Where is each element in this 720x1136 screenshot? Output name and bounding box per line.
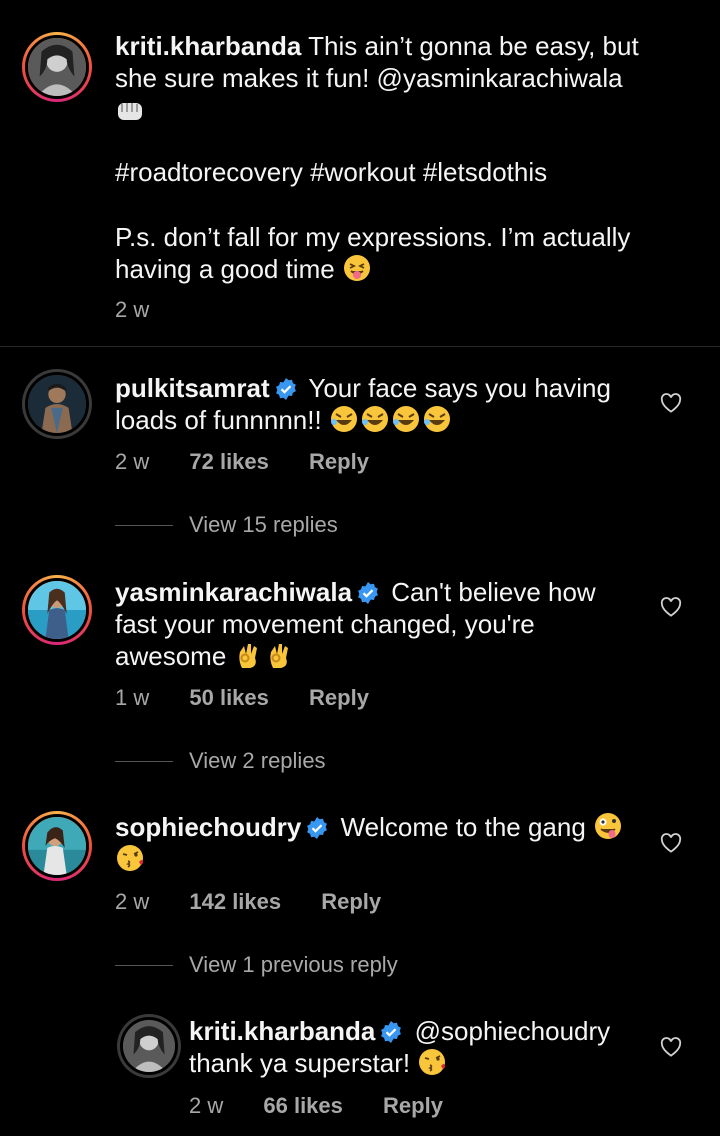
tongue-out-emoji-icon <box>342 253 372 283</box>
like-heart-icon[interactable] <box>660 597 682 617</box>
comment-body-line-1: Can't believe how <box>391 577 596 607</box>
comment-likes[interactable]: 50 likes <box>189 685 269 710</box>
comment-likes[interactable]: 142 likes <box>189 889 281 914</box>
comment-avatar[interactable] <box>22 369 92 439</box>
caption-text: kriti.kharbanda This ain’t gonna be easy… <box>115 30 675 126</box>
comment-meta: 2 w 142 likes Reply <box>115 889 415 915</box>
reply-button[interactable]: Reply <box>383 1093 443 1118</box>
comment-text: yasminkarachiwala Can't believe how fast… <box>115 576 655 672</box>
comments-screen: kriti.kharbanda This ain’t gonna be easy… <box>0 0 720 1136</box>
comment-time: 1 w <box>115 685 150 710</box>
view-replies-label: View 1 previous reply <box>189 952 398 977</box>
reply-meta: 2 w 66 likes Reply <box>189 1093 477 1119</box>
comment-avatar[interactable] <box>22 575 92 645</box>
comment-text: sophiechoudry Welcome to the gang <box>115 811 655 875</box>
comment-time: 2 w <box>115 889 150 914</box>
comment-username[interactable]: yasminkarachiwala <box>115 577 352 607</box>
caption-divider <box>0 346 720 347</box>
caption-username[interactable]: kriti.kharbanda <box>115 31 301 61</box>
view-replies-label: View 15 replies <box>189 512 338 537</box>
reply-body: thank ya superstar! <box>189 1048 411 1078</box>
fist-emoji-icon <box>115 98 145 124</box>
comment-likes[interactable]: 72 likes <box>189 449 269 474</box>
reply-text: kriti.kharbanda @sophiechoudry thank ya … <box>189 1015 659 1079</box>
kiss-emoji-icon <box>417 1047 447 1077</box>
caption-ps-line-2-text: having a good time <box>115 254 335 284</box>
reply-button[interactable]: Reply <box>321 889 381 914</box>
avatar-image <box>28 817 86 875</box>
like-heart-icon[interactable] <box>660 1037 682 1057</box>
view-previous-reply-button[interactable]: View 1 previous reply <box>115 952 398 978</box>
avatar-image <box>123 1020 175 1072</box>
caption-hashtags[interactable]: #roadtorecovery #workout #letsdothis <box>115 156 547 188</box>
comment-body-line-3: awesome <box>115 641 227 671</box>
avatar-image <box>28 38 86 96</box>
comment-body-line-1: Your face says you having <box>308 373 611 403</box>
comment-meta: 2 w 72 likes Reply <box>115 449 403 475</box>
ok-hand-emoji-icon <box>234 640 296 670</box>
comment-body-line-2: loads of funnnnn!! <box>115 405 322 435</box>
zany-face-emoji-icon <box>593 811 623 841</box>
reply-button[interactable]: Reply <box>309 449 369 474</box>
comment-body-line-1: Welcome to the gang <box>340 812 586 842</box>
view-replies-button[interactable]: View 15 replies <box>115 512 338 538</box>
comment-meta: 1 w 50 likes Reply <box>115 685 403 711</box>
verified-badge-icon <box>379 1019 403 1043</box>
reply-button[interactable]: Reply <box>309 685 369 710</box>
comment-text: pulkitsamrat Your face says you having l… <box>115 372 655 436</box>
comment-username[interactable]: pulkitsamrat <box>115 373 270 403</box>
reply-likes[interactable]: 66 likes <box>263 1093 343 1118</box>
caption-ps-line-1: P.s. don’t fall for my expressions. I’m … <box>115 222 631 252</box>
reply-time: 2 w <box>189 1093 224 1118</box>
caption-ps-line-2: having a good time <box>115 253 372 285</box>
caption-avatar[interactable] <box>22 32 92 102</box>
comment-body-line-2: fast your movement changed, you're <box>115 609 535 639</box>
view-replies-line <box>115 760 173 762</box>
rolling-laughing-emoji-icon <box>329 404 453 434</box>
verified-badge-icon <box>305 815 329 839</box>
reply-avatar[interactable] <box>117 1014 181 1078</box>
reply-username[interactable]: kriti.kharbanda <box>189 1016 375 1046</box>
view-replies-line <box>115 964 173 966</box>
avatar-image <box>28 375 86 433</box>
caption-time: 2 w <box>115 297 150 322</box>
comment-username[interactable]: sophiechoudry <box>115 812 301 842</box>
like-heart-icon[interactable] <box>660 393 682 413</box>
verified-badge-icon <box>274 376 298 400</box>
view-replies-label: View 2 replies <box>189 748 326 773</box>
comment-avatar[interactable] <box>22 811 92 881</box>
avatar-image <box>28 581 86 639</box>
kiss-emoji-icon <box>115 843 145 873</box>
like-heart-icon[interactable] <box>660 833 682 853</box>
verified-badge-icon <box>356 580 380 604</box>
view-replies-button[interactable]: View 2 replies <box>115 748 326 774</box>
view-replies-line <box>115 524 173 526</box>
comment-time: 2 w <box>115 449 150 474</box>
reply-mention[interactable]: @sophiechoudry <box>415 1016 611 1046</box>
